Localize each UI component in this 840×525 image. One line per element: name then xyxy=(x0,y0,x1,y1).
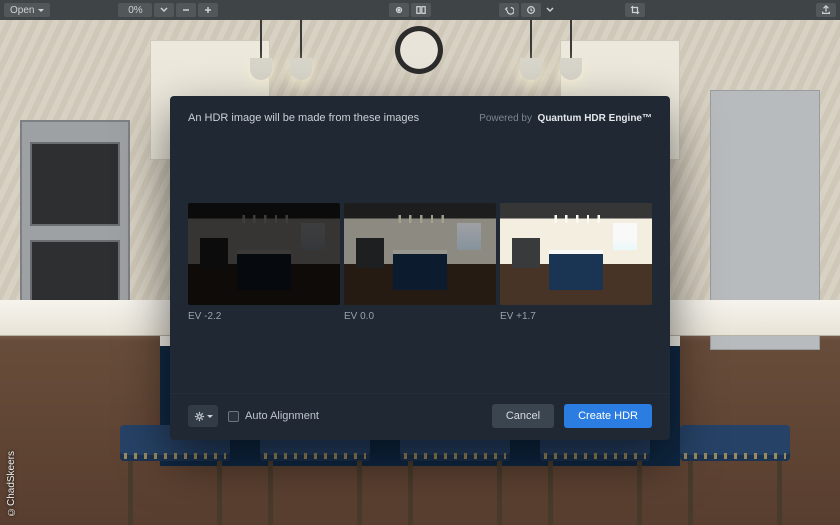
auto-alignment-checkbox[interactable]: Auto Alignment xyxy=(228,410,319,422)
photo-credit: ©ChadSkeers xyxy=(6,451,17,517)
cancel-button[interactable]: Cancel xyxy=(492,404,554,428)
zoom-in-button[interactable] xyxy=(198,3,218,17)
stool xyxy=(260,425,370,525)
open-menu-button[interactable]: Open xyxy=(4,3,50,17)
history-menu-button[interactable] xyxy=(521,3,541,17)
dialog-footer: Auto Alignment Cancel Create HDR xyxy=(170,393,670,440)
pendant-light xyxy=(560,18,582,88)
oven xyxy=(20,120,130,330)
stool xyxy=(120,425,230,525)
exposure-thumb[interactable]: EV -2.2 xyxy=(188,203,340,322)
gear-icon xyxy=(194,411,205,422)
exposure-thumbnails: EV -2.2 EV 0.0 EV +1.7 xyxy=(170,132,670,393)
ev-label: EV 0.0 xyxy=(344,311,496,322)
zoom-out-button[interactable] xyxy=(176,3,196,17)
stool xyxy=(400,425,510,525)
history-group xyxy=(499,3,557,17)
powered-engine-name: Quantum HDR Engine™ xyxy=(538,113,652,124)
quick-preview-button[interactable] xyxy=(389,3,409,17)
open-label: Open xyxy=(10,5,34,16)
app-toolbar: Open 0% xyxy=(0,0,840,20)
stool xyxy=(680,425,790,525)
pendant-light xyxy=(250,18,272,88)
dialog-heading: An HDR image will be made from these ima… xyxy=(188,112,419,124)
ev-label: EV +1.7 xyxy=(500,311,652,322)
zoom-dropdown-icon[interactable] xyxy=(154,3,174,17)
checkbox-box xyxy=(228,411,239,422)
undo-button[interactable] xyxy=(499,3,519,17)
zoom-value[interactable]: 0% xyxy=(118,3,152,17)
crop-tool-button[interactable] xyxy=(625,3,645,17)
compare-view-button[interactable] xyxy=(411,3,431,17)
dialog-header: An HDR image will be made from these ima… xyxy=(170,96,670,132)
hdr-merge-dialog: An HDR image will be made from these ima… xyxy=(170,96,670,440)
auto-alignment-label: Auto Alignment xyxy=(245,410,319,422)
hdr-settings-button[interactable] xyxy=(188,405,218,427)
history-dropdown-icon[interactable] xyxy=(543,3,557,17)
view-mode-group xyxy=(389,3,431,17)
zoom-control: 0% xyxy=(118,3,218,17)
wall-clock xyxy=(395,26,443,74)
share-export-button[interactable] xyxy=(816,3,836,17)
ev-label: EV -2.2 xyxy=(188,311,340,322)
exposure-thumb[interactable]: EV +1.7 xyxy=(500,203,652,322)
stool xyxy=(540,425,650,525)
pendant-light xyxy=(290,18,312,88)
create-hdr-button[interactable]: Create HDR xyxy=(564,404,652,428)
powered-by: Powered by Quantum HDR Engine™ xyxy=(479,113,652,124)
powered-prefix: Powered by xyxy=(479,113,532,124)
exposure-thumb[interactable]: EV 0.0 xyxy=(344,203,496,322)
pendant-light xyxy=(520,18,542,88)
